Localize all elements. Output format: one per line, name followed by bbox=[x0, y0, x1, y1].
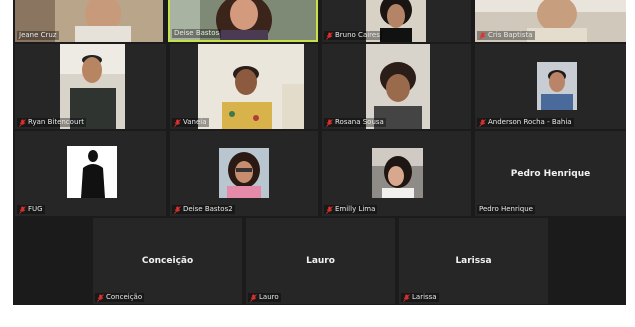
participant-name-tag: Rosana Sousa bbox=[324, 118, 386, 127]
microphone-muted-icon bbox=[326, 118, 333, 127]
participant-name: Vaneia bbox=[183, 118, 207, 126]
participant-name-tag: Lauro bbox=[248, 293, 281, 302]
participant-video bbox=[60, 44, 125, 129]
participant-tile-anderson-rocha[interactable]: Anderson Rocha - Bahia bbox=[475, 44, 626, 129]
participant-name: Emilly Lima bbox=[335, 205, 376, 213]
participant-name: Lauro bbox=[259, 293, 279, 301]
participant-video bbox=[219, 148, 269, 198]
participant-name-tag: Cris Baptista bbox=[477, 31, 535, 40]
participant-name-tag: Jeane Cruz bbox=[17, 31, 59, 40]
participant-tile-deise-bastos[interactable]: Deise Bastos bbox=[168, 0, 318, 42]
microphone-muted-icon bbox=[174, 205, 181, 214]
participant-tile-cris-baptista[interactable]: Cris Baptista bbox=[475, 0, 626, 42]
participant-video bbox=[366, 44, 430, 129]
participant-name: Bruno Caires bbox=[335, 31, 380, 39]
microphone-muted-icon bbox=[174, 118, 181, 127]
microphone-muted-icon bbox=[479, 118, 486, 127]
participant-name-tag: Vaneia bbox=[172, 118, 209, 127]
microphone-muted-icon bbox=[403, 293, 410, 302]
participant-name-tag: Pedro Henrique bbox=[477, 205, 535, 214]
participant-tile-deise-bastos2[interactable]: Deise Bastos2 bbox=[170, 131, 318, 216]
participant-tile-conceicao[interactable]: Conceição Conceição bbox=[93, 218, 242, 304]
participant-name-tag: Larissa bbox=[401, 293, 439, 302]
participant-name-tag: Deise Bastos bbox=[172, 29, 222, 38]
participant-display-name: Conceição bbox=[141, 256, 194, 266]
microphone-muted-icon bbox=[19, 118, 26, 127]
participant-name: Jeane Cruz bbox=[19, 31, 57, 39]
participant-name: Ryan Bitencourt bbox=[28, 118, 84, 126]
microphone-muted-icon bbox=[250, 293, 257, 302]
participant-name-tag: Bruno Caires bbox=[324, 31, 382, 40]
participant-tile-bruno-caires[interactable]: Bruno Caires bbox=[322, 0, 471, 42]
participant-tile-ryan-bitencourt[interactable]: Ryan Bitencourt bbox=[15, 44, 166, 129]
microphone-muted-icon bbox=[479, 31, 486, 40]
participant-name-tag: Conceição bbox=[95, 293, 145, 302]
microphone-muted-icon bbox=[326, 31, 333, 40]
participant-name: Conceição bbox=[106, 293, 143, 301]
participant-name-tag: Deise Bastos2 bbox=[172, 205, 235, 214]
participant-name-tag: Emilly Lima bbox=[324, 205, 378, 214]
participant-name-tag: FUG bbox=[17, 205, 45, 214]
participant-tile-jeane-cruz[interactable]: Jeane Cruz bbox=[15, 0, 163, 42]
participant-tile-vaneia[interactable]: Vaneia bbox=[170, 44, 318, 129]
participant-name: FUG bbox=[28, 205, 43, 213]
participant-display-name: Pedro Henrique bbox=[510, 169, 591, 179]
participant-tile-fug[interactable]: FUG bbox=[15, 131, 166, 216]
participant-name: Rosana Sousa bbox=[335, 118, 384, 126]
microphone-muted-icon bbox=[326, 205, 333, 214]
microphone-muted-icon bbox=[19, 205, 26, 214]
participant-name-tag: Anderson Rocha - Bahia bbox=[477, 118, 574, 127]
participant-display-name: Larissa bbox=[455, 256, 492, 266]
participant-name: Anderson Rocha - Bahia bbox=[488, 118, 572, 126]
participant-display-name: Lauro bbox=[306, 256, 335, 266]
participant-tile-lauro[interactable]: Lauro Lauro bbox=[246, 218, 395, 304]
participant-video bbox=[67, 146, 117, 198]
participant-name: Cris Baptista bbox=[488, 31, 533, 39]
participant-video bbox=[537, 62, 577, 110]
participant-name-tag: Ryan Bitencourt bbox=[17, 118, 86, 127]
microphone-muted-icon bbox=[97, 293, 104, 302]
participant-tile-rosana-sousa[interactable]: Rosana Sousa bbox=[322, 44, 471, 129]
participant-name: Larissa bbox=[412, 293, 437, 301]
participant-name: Deise Bastos2 bbox=[183, 205, 233, 213]
participant-tile-larissa[interactable]: Larissa Larissa bbox=[399, 218, 548, 304]
video-gallery: Jeane Cruz Deise Bastos Bruno Caires Cri… bbox=[13, 0, 626, 305]
participant-video bbox=[372, 148, 423, 198]
participant-name: Pedro Henrique bbox=[479, 205, 533, 213]
participant-video bbox=[198, 44, 304, 129]
participant-name: Deise Bastos bbox=[174, 29, 220, 37]
participant-tile-emilly-lima[interactable]: Emilly Lima bbox=[322, 131, 471, 216]
participant-tile-pedro-henrique[interactable]: Pedro Henrique Pedro Henrique bbox=[475, 131, 626, 216]
